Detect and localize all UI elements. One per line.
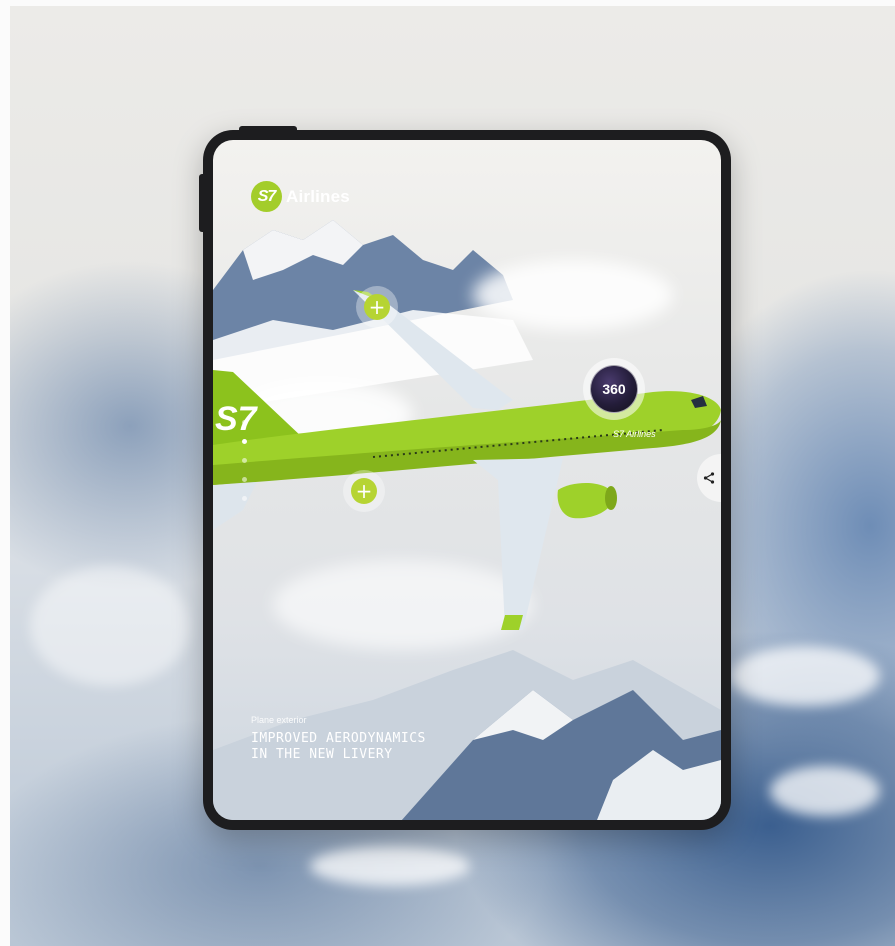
view-360-button[interactable]: 360 [583, 358, 645, 420]
pagination-dot[interactable] [242, 496, 247, 501]
tablet-screen: S7 Airlines S7 S7 Airlines + + 360 Plane… [213, 140, 721, 820]
cloud-patch [30, 566, 190, 686]
share-icon [703, 472, 715, 484]
pagination-dot[interactable] [242, 420, 247, 425]
section-label: Plane exterior [251, 715, 307, 725]
logo-mark: S7 [251, 181, 282, 212]
fuselage-info-hotspot[interactable]: + [343, 470, 385, 512]
pagination-dot[interactable] [242, 477, 247, 482]
tablet-top-button [239, 126, 297, 131]
snow-patch [770, 766, 880, 816]
slide-headline: IMPROVED AERODYNAMICS IN THE NEW LIVERY [251, 731, 426, 762]
snow-patch [310, 846, 470, 886]
airplane-illustration: S7 S7 Airlines [213, 290, 721, 630]
pagination-dot[interactable] [242, 458, 247, 463]
plus-icon: + [364, 294, 390, 320]
view-360-label: 360 [590, 365, 638, 413]
tablet-side-button [199, 174, 204, 232]
plus-icon: + [351, 478, 377, 504]
logo-text: Airlines [286, 186, 350, 206]
wing-info-hotspot[interactable]: + [356, 286, 398, 328]
tail-logo: S7 [215, 400, 259, 438]
s7-logo[interactable]: S7 Airlines [251, 181, 350, 212]
snow-patch [730, 646, 880, 706]
pagination-dot-active[interactable] [242, 439, 247, 444]
slide-caption: Plane exterior IMPROVED AERODYNAMICS IN … [251, 715, 426, 763]
tablet-frame: S7 Airlines S7 S7 Airlines + + 360 Plane… [199, 126, 731, 830]
fuselage-logo: S7 Airlines [613, 429, 656, 439]
slide-pagination [242, 420, 247, 501]
